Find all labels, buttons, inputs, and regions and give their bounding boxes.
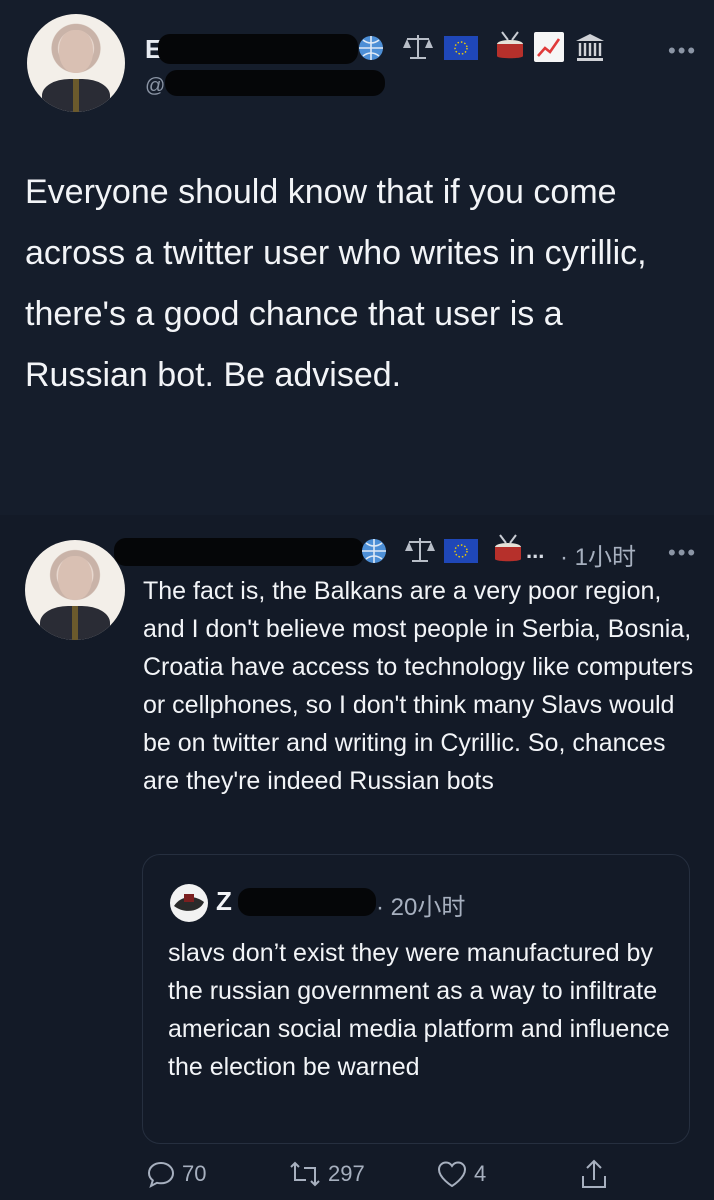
drum-icon [492,533,524,572]
like-count: 4 [474,1161,487,1186]
drum-icon [494,30,526,69]
reply-avatar[interactable] [25,540,125,640]
eu-flag-icon [444,539,478,568]
retweet-action[interactable]: 297 [288,1157,365,1191]
redacted-handle [165,70,385,96]
heart-icon [437,1161,467,1188]
globe-icon [360,537,388,570]
redacted-quoted-name [238,888,376,916]
redacted-reply-name [114,538,364,566]
quoted-tweet-text: slavs don’t exist they were manufactured… [168,939,670,1081]
redacted-name [158,34,358,64]
classical-building-icon [574,32,606,67]
scales-icon [402,32,434,67]
share-action[interactable] [580,1157,614,1191]
tweet-text: Everyone should know that if you come ac… [25,173,647,394]
reply-time[interactable]: · 1小时 [560,537,636,572]
main-tweet: E @ ••• Everyone should know that if you… [0,0,714,515]
handle-visible[interactable]: @ [145,75,165,98]
retweet-count: 297 [328,1161,365,1186]
chart-up-icon [534,32,564,67]
reply-count: 70 [182,1161,207,1186]
quoted-time: · 20小时 [376,894,466,921]
share-icon [582,1159,606,1188]
globe-icon [357,34,385,67]
eu-flag-icon [444,36,478,65]
more-options-icon[interactable]: ••• [668,38,697,64]
quoted-display-name-visible[interactable]: Z [216,886,232,917]
avatar[interactable] [27,14,125,112]
reply-more-options-icon[interactable]: ••• [668,540,697,566]
scales-icon [404,535,436,570]
reply-action[interactable]: 70 [146,1157,206,1191]
quoted-avatar[interactable] [170,884,208,922]
like-action[interactable]: 4 [436,1157,486,1191]
reply-text: The fact is, the Balkans are a very poor… [143,577,694,795]
retweet-icon [290,1161,320,1187]
reply-icon [147,1161,175,1189]
name-ellipsis: ... [526,538,545,563]
